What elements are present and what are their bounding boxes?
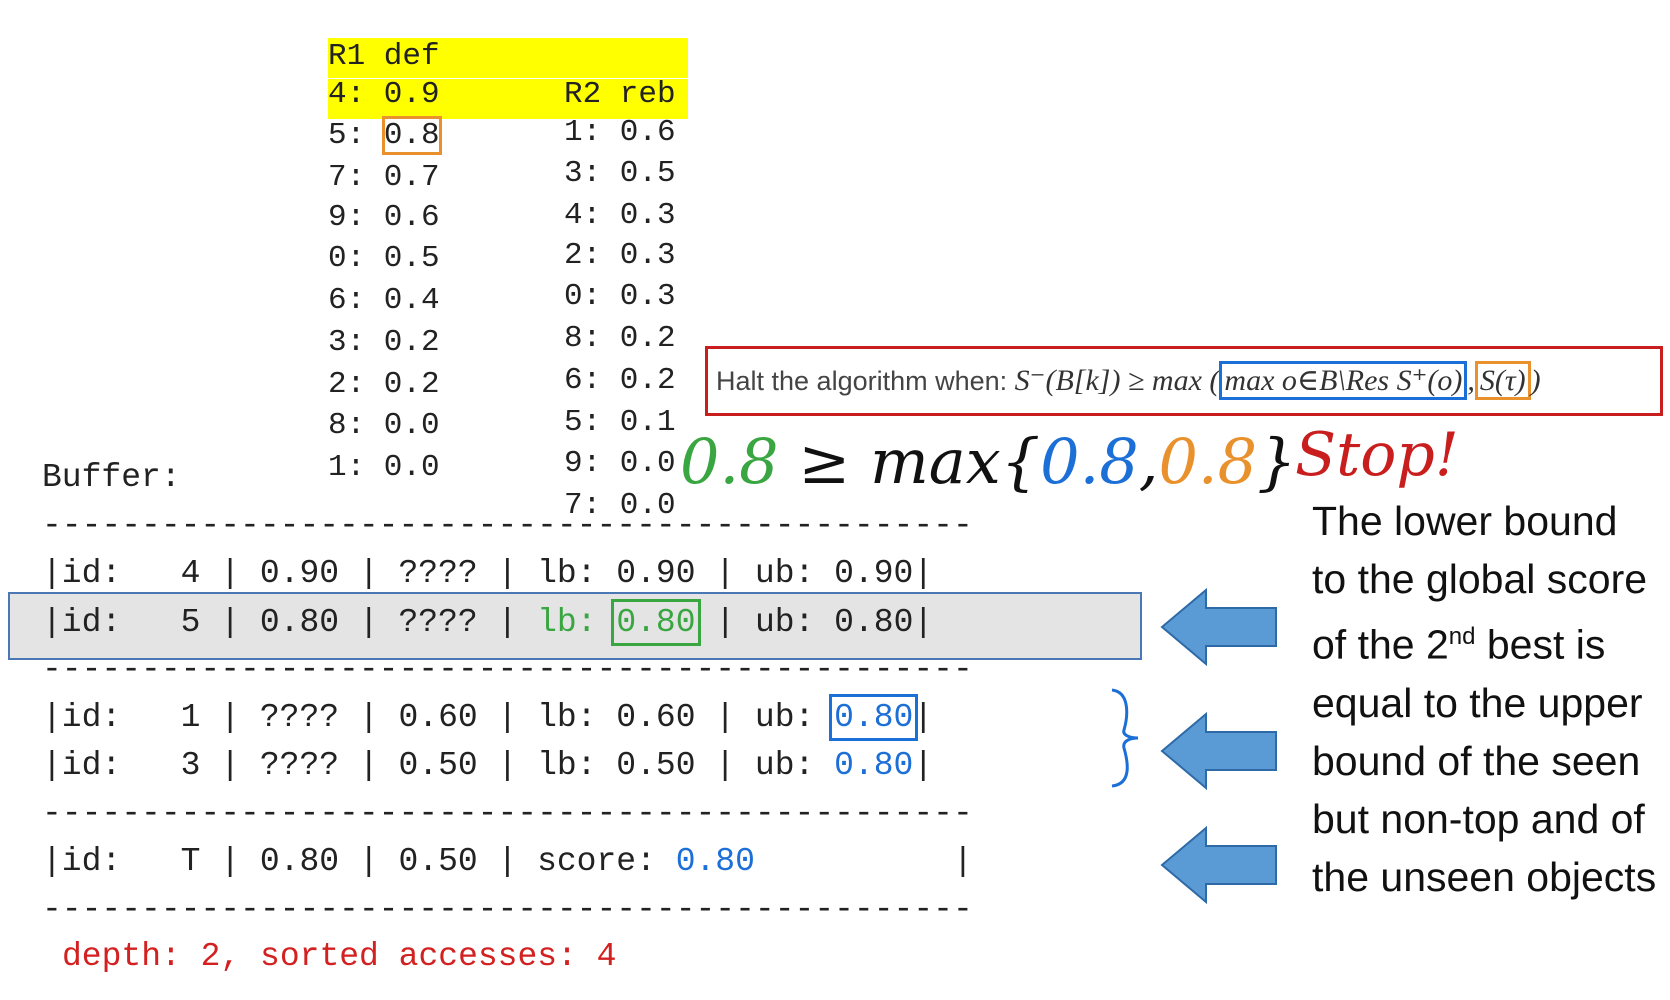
buffer-row-text: | ub: 0.80| (695, 604, 934, 641)
buffer-divider: ----------------------------------------… (42, 507, 973, 544)
buffer-row: |id: 3 | ???? | 0.50 | lb: 0.50 | ub: 0.… (42, 746, 933, 786)
handwritten-inequality: 0.8 ≥ max{0.8,0.8} (680, 425, 1297, 498)
hand-comma: , (1138, 425, 1159, 498)
buffer-row: |id: 1 | ???? | 0.60 | lb: 0.60 | ub: 0.… (42, 694, 934, 741)
left-arrow-icon (1160, 826, 1277, 904)
list-row: 2: 0.2 5: 0.1 (328, 328, 676, 440)
list-row: 9: 0.6 2: 0.3 (328, 161, 676, 273)
list-row: 7: 0.7 4: 0.3 (328, 121, 676, 233)
halt-lhs: S⁻(B[k]) ≥ max ( (1014, 364, 1220, 397)
buffer-title: Buffer: (42, 459, 181, 496)
buffer-row-text: |id: 1 | ???? | 0.60 | lb: 0.60 | ub: (42, 699, 835, 736)
list-row: 0: 0.5 0: 0.3 (328, 202, 676, 314)
buffer-threshold-row: |id: T | 0.80 | 0.50 | score: 0.80 | (42, 842, 973, 882)
buffer-divider: ----------------------------------------… (42, 891, 973, 928)
halt-comma: , (1467, 364, 1475, 397)
halt-condition-box: Halt the algorithm when: S⁻(B[k]) ≥ max … (705, 346, 1663, 416)
list-row: 6: 0.4 8: 0.2 (328, 244, 676, 356)
lists-header: R1 def R2 reb (328, 0, 676, 112)
buffer-row-text: |id: T | 0.80 | 0.50 | score: (42, 843, 676, 880)
ub-value-box: 0.80 (829, 694, 919, 741)
explanation-text: The lower bound to the global score of t… (1312, 492, 1662, 906)
hand-ge-max: ≥ max{ (778, 425, 1041, 498)
buffer-row-end: | (913, 747, 934, 784)
list-r2-entry: 4: 0.3 (564, 198, 676, 233)
curly-brace-icon (1111, 688, 1139, 788)
list-row: 1: 0.0 7: 0.0 (328, 411, 676, 523)
list-r1-entry: 1: 0.0 (328, 450, 440, 485)
halt-threshold-term: S(τ) (1474, 361, 1531, 400)
buffer-row-text: |id: 5 | 0.80 | ???? | (42, 604, 538, 641)
explanation-superscript: nd (1448, 623, 1476, 650)
hand-close: } (1257, 425, 1297, 498)
list-r2-entry: 1: 0.6 (564, 115, 676, 150)
threshold-score: 0.80 (675, 843, 755, 880)
buffer-divider: ----------------------------------------… (42, 795, 973, 832)
hand-orange-value: 0.8 (1158, 425, 1258, 498)
left-arrow-icon (1160, 712, 1277, 790)
lb-value-box: 0.80 (611, 599, 701, 646)
halt-max-seen-term: max o∈B\Res S⁺(o) (1219, 361, 1468, 400)
lb-label: lb: (537, 604, 617, 641)
list-r2-entry: 0: 0.3 (564, 279, 676, 314)
left-arrow-icon (1160, 588, 1277, 666)
buffer-row-end: | (913, 699, 934, 736)
buffer-row-text: |id: 3 | ???? | 0.50 | lb: 0.50 | ub: (42, 747, 835, 784)
depth-status: depth: 2, sorted accesses: 4 (62, 938, 617, 975)
buffer-row: |id: 4 | 0.90 | ???? | lb: 0.90 | ub: 0.… (42, 555, 934, 592)
ub-value: 0.80 (834, 747, 914, 784)
halt-text: Halt the algorithm when: (716, 366, 1015, 396)
buffer-divider: ----------------------------------------… (42, 651, 973, 688)
list-row: 3: 0.2 6: 0.2 (328, 286, 676, 398)
list-r2-entry: 3: 0.5 (564, 156, 676, 191)
list-r2-entry: 9: 0.0 (564, 446, 676, 481)
list-r2-entry: 2: 0.3 (564, 238, 676, 273)
buffer-row-end: | (754, 843, 973, 880)
handwritten-stop: Stop! (1295, 420, 1459, 490)
buffer-row-highlighted: |id: 5 | 0.80 | ???? | lb: 0.80 | ub: 0.… (42, 599, 934, 646)
list-r2-entry: 6: 0.2 (564, 363, 676, 398)
halt-close: ) (1530, 364, 1541, 397)
list-row: 8: 0.0 9: 0.0 (328, 369, 676, 481)
list-r2-header: R2 reb (564, 77, 676, 112)
list-r2-entry: 5: 0.1 (564, 405, 676, 440)
list-row: 5: 0.8 3: 0.5 (328, 79, 691, 191)
list-row: 4: 0.9 1: 0.6 (328, 38, 691, 150)
list-r2-entry: 8: 0.2 (564, 321, 676, 356)
hand-green-value: 0.8 (680, 425, 779, 498)
hand-blue-value: 0.8 (1040, 425, 1139, 498)
